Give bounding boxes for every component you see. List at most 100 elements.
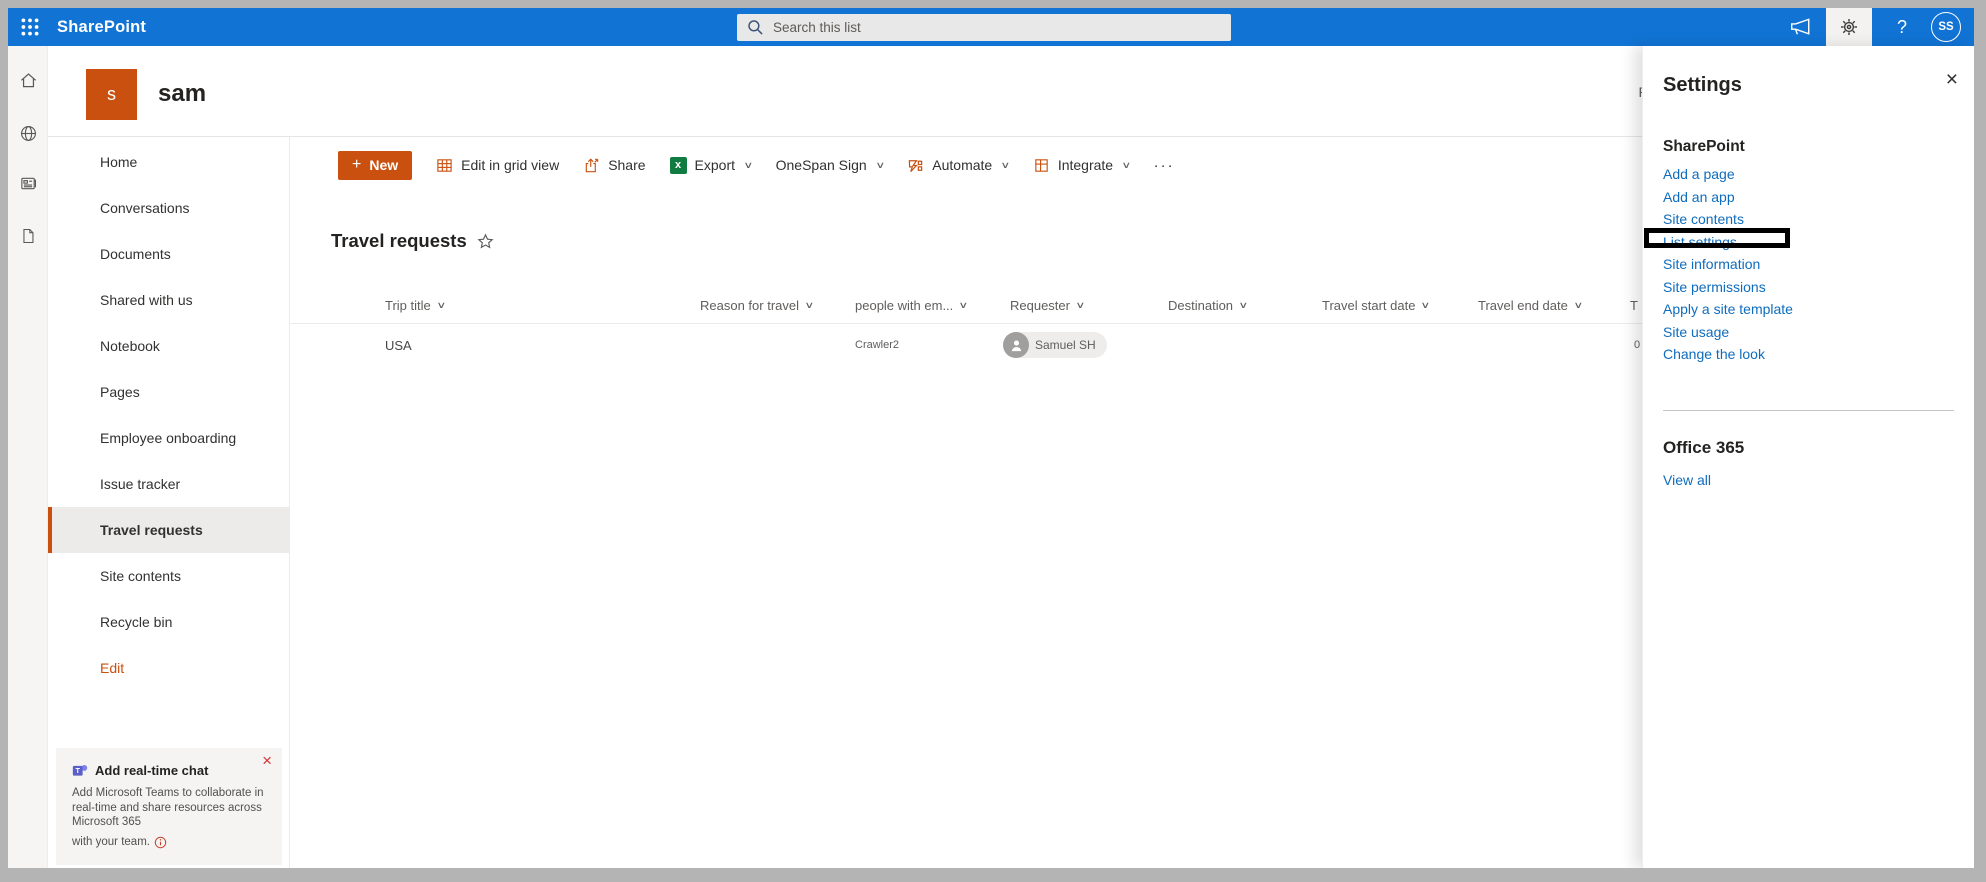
person-name: Samuel SH	[1035, 338, 1096, 352]
svg-text:T: T	[75, 766, 80, 775]
sharepoint-section-heading: SharePoint	[1663, 138, 1745, 156]
share-button[interactable]: Share	[583, 157, 645, 174]
site-logo[interactable]: s	[86, 69, 137, 120]
search-box[interactable]	[737, 14, 1231, 41]
settings-link-site-usage[interactable]: Site usage	[1663, 321, 1793, 344]
globe-icon	[19, 124, 38, 143]
chevron-down-icon	[1573, 300, 1583, 311]
sidebar-item-employee-onboarding[interactable]: Employee onboarding	[48, 415, 289, 461]
settings-link-site-information[interactable]: Site information	[1663, 253, 1793, 276]
person-pill[interactable]: Samuel SH	[1003, 332, 1107, 358]
star-outline-icon[interactable]	[477, 233, 494, 250]
sidebar-item-pages[interactable]: Pages	[48, 369, 289, 415]
cell-trip-title[interactable]: USA	[385, 324, 412, 366]
avatar-initials: SS	[1931, 12, 1961, 42]
app-title[interactable]: SharePoint	[57, 8, 146, 46]
column-header-trip-title[interactable]: Trip title	[385, 287, 444, 323]
teaser-body: Add Microsoft Teams to collaborate in re…	[72, 786, 268, 830]
column-header-reason-for-travel[interactable]: Reason for travel	[700, 287, 813, 323]
panel-divider	[1663, 410, 1954, 411]
settings-panel: Settings × SharePoint Add a page Add an …	[1642, 46, 1974, 868]
cell-people-with-em: Crawler2	[855, 324, 899, 366]
site-name[interactable]: sam	[158, 80, 206, 108]
column-header-people-with-em[interactable]: people with em...	[855, 287, 967, 323]
excel-icon: x	[670, 157, 687, 174]
sidebar-item-travel-requests[interactable]: Travel requests	[48, 507, 289, 553]
settings-link-site-permissions[interactable]: Site permissions	[1663, 276, 1793, 299]
rail-documents-button[interactable]	[8, 216, 48, 256]
plus-icon: +	[352, 156, 361, 174]
person-avatar-icon	[1003, 332, 1029, 358]
help-button[interactable]: ?	[1884, 8, 1920, 46]
gear-icon	[1839, 17, 1859, 37]
suite-bar: SharePoint	[8, 8, 1974, 46]
cell-requester: Samuel SH	[1003, 324, 1107, 366]
rail-home-button[interactable]	[8, 60, 48, 100]
megaphone-icon	[1788, 17, 1812, 37]
sidebar-item-shared-with-us[interactable]: Shared with us	[48, 277, 289, 323]
sidebar-item-site-contents[interactable]: Site contents	[48, 553, 289, 599]
share-icon	[583, 157, 600, 174]
edit-in-grid-view-button[interactable]: Edit in grid view	[436, 157, 559, 174]
rail-news-button[interactable]	[8, 163, 48, 203]
teaser-title: Add real-time chat	[95, 763, 208, 778]
teams-teaser-card: × T Add real-time chat Add Microsoft Tea…	[56, 748, 282, 865]
settings-link-add-a-page[interactable]: Add a page	[1663, 163, 1793, 186]
new-button[interactable]: + New	[338, 151, 412, 180]
sidebar-item-home[interactable]: Home	[48, 139, 289, 185]
teaser-footer-text: with your team.	[72, 836, 150, 848]
export-label: Export	[695, 157, 735, 173]
chevron-down-icon	[1001, 160, 1011, 171]
sidebar-item-recycle-bin[interactable]: Recycle bin	[48, 599, 289, 645]
column-header-requester[interactable]: Requester	[1010, 287, 1084, 323]
list-title: Travel requests	[331, 230, 467, 252]
chevron-down-icon	[436, 300, 446, 311]
automate-label: Automate	[932, 157, 992, 173]
info-icon[interactable]	[154, 836, 167, 849]
sharepoint-links: Add a page Add an app Site contents List…	[1663, 163, 1793, 366]
settings-link-list-settings[interactable]: List settings	[1663, 231, 1793, 254]
column-header-travel-end-date[interactable]: Travel end date	[1478, 287, 1581, 323]
sidebar-item-issue-tracker[interactable]: Issue tracker	[48, 461, 289, 507]
rail-sites-button[interactable]	[8, 113, 48, 153]
close-icon[interactable]: ×	[1946, 68, 1958, 92]
settings-gear-button[interactable]	[1826, 8, 1872, 46]
sidebar-item-edit[interactable]: Edit	[48, 645, 289, 691]
sidebar-item-documents[interactable]: Documents	[48, 231, 289, 277]
sidebar-item-notebook[interactable]: Notebook	[48, 323, 289, 369]
chevron-down-icon	[1238, 300, 1248, 311]
app-launcher-waffle-icon[interactable]	[16, 13, 44, 41]
list-title-row: Travel requests	[331, 230, 494, 252]
chevron-down-icon	[1121, 160, 1131, 171]
onespan-sign-button[interactable]: OneSpan Sign	[776, 157, 884, 173]
settings-link-add-an-app[interactable]: Add an app	[1663, 186, 1793, 209]
chevron-down-icon	[1421, 300, 1431, 311]
integrate-button[interactable]: Integrate	[1033, 157, 1130, 174]
cell-clipped-value: 0	[1634, 324, 1640, 366]
news-icon	[19, 174, 38, 193]
search-input[interactable]	[773, 20, 1221, 35]
settings-link-site-contents[interactable]: Site contents	[1663, 208, 1793, 231]
chevron-down-icon	[1075, 300, 1085, 311]
announcement-button[interactable]	[1780, 8, 1820, 46]
sharepoint-app: SharePoint	[8, 8, 1974, 868]
document-icon	[19, 227, 37, 245]
waffle-icon	[19, 16, 41, 38]
chevron-down-icon	[743, 160, 753, 171]
column-header-destination[interactable]: Destination	[1168, 287, 1247, 323]
account-avatar[interactable]: SS	[1923, 8, 1969, 46]
chevron-down-icon	[875, 160, 885, 171]
office365-section-heading: Office 365	[1663, 438, 1744, 458]
teaser-close-icon[interactable]: ×	[262, 752, 272, 769]
onespan-sign-label: OneSpan Sign	[776, 157, 867, 173]
grid-icon	[436, 157, 453, 174]
settings-link-apply-a-site-template[interactable]: Apply a site template	[1663, 298, 1793, 321]
column-header-travel-start-date[interactable]: Travel start date	[1322, 287, 1429, 323]
settings-link-view-all[interactable]: View all	[1663, 472, 1711, 488]
sidebar-item-conversations[interactable]: Conversations	[48, 185, 289, 231]
settings-link-change-the-look[interactable]: Change the look	[1663, 343, 1793, 366]
export-button[interactable]: x Export	[670, 157, 752, 174]
automate-button[interactable]: Automate	[907, 157, 1009, 174]
column-header-clipped[interactable]: T	[1630, 287, 1638, 323]
more-commands-button[interactable]: ···	[1154, 157, 1175, 174]
